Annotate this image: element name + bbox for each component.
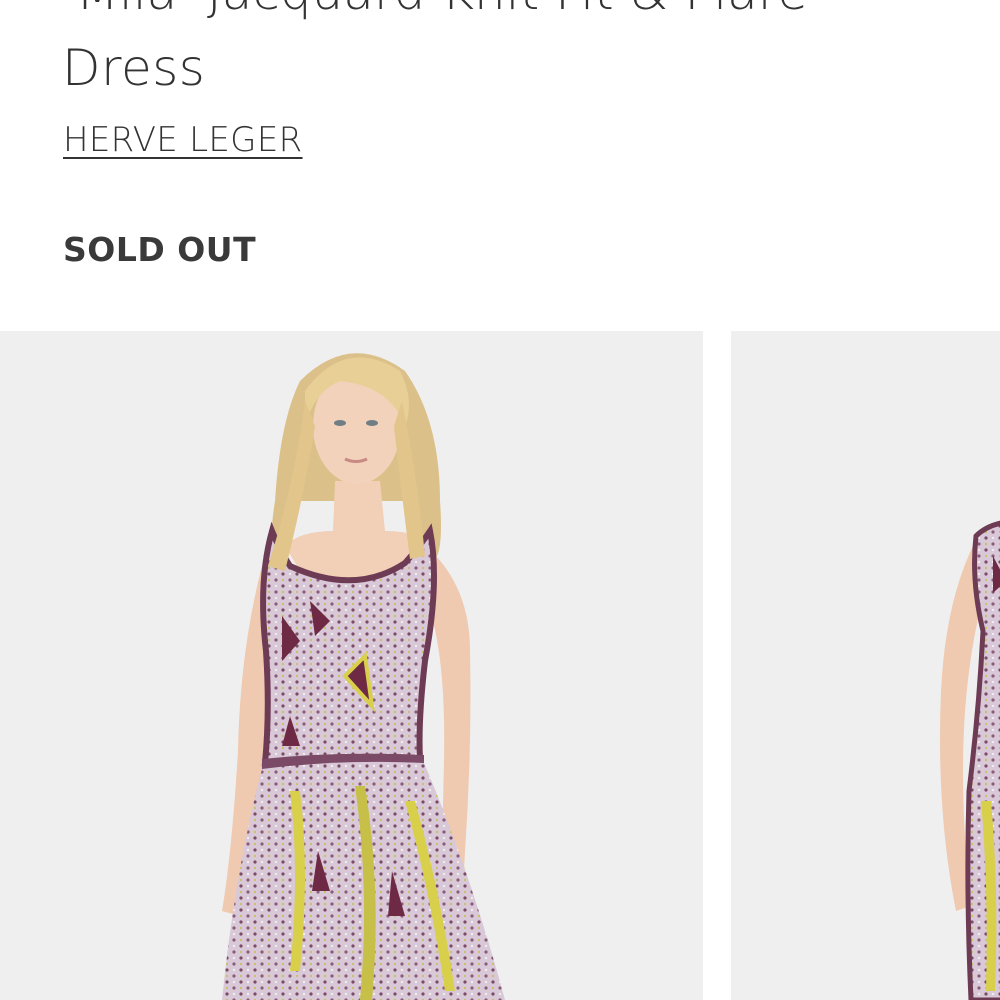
product-title-line-1: 'Mila' Jacquard Knit Fit & Flare — [62, 0, 808, 22]
brand-link[interactable]: HERVE LEGER — [63, 118, 303, 162]
model-front-illustration — [222, 353, 505, 1000]
model-alternate-illustration — [940, 520, 1000, 1000]
left-eye — [334, 420, 346, 426]
product-image-alternate[interactable] — [731, 331, 1000, 1000]
sold-out-status: SOLD OUT — [63, 230, 257, 269]
product-image-gallery[interactable] — [0, 331, 1000, 1000]
product-image-front[interactable] — [0, 331, 703, 1000]
right-eye — [366, 420, 378, 426]
product-title-line-2: Dress — [62, 39, 206, 97]
